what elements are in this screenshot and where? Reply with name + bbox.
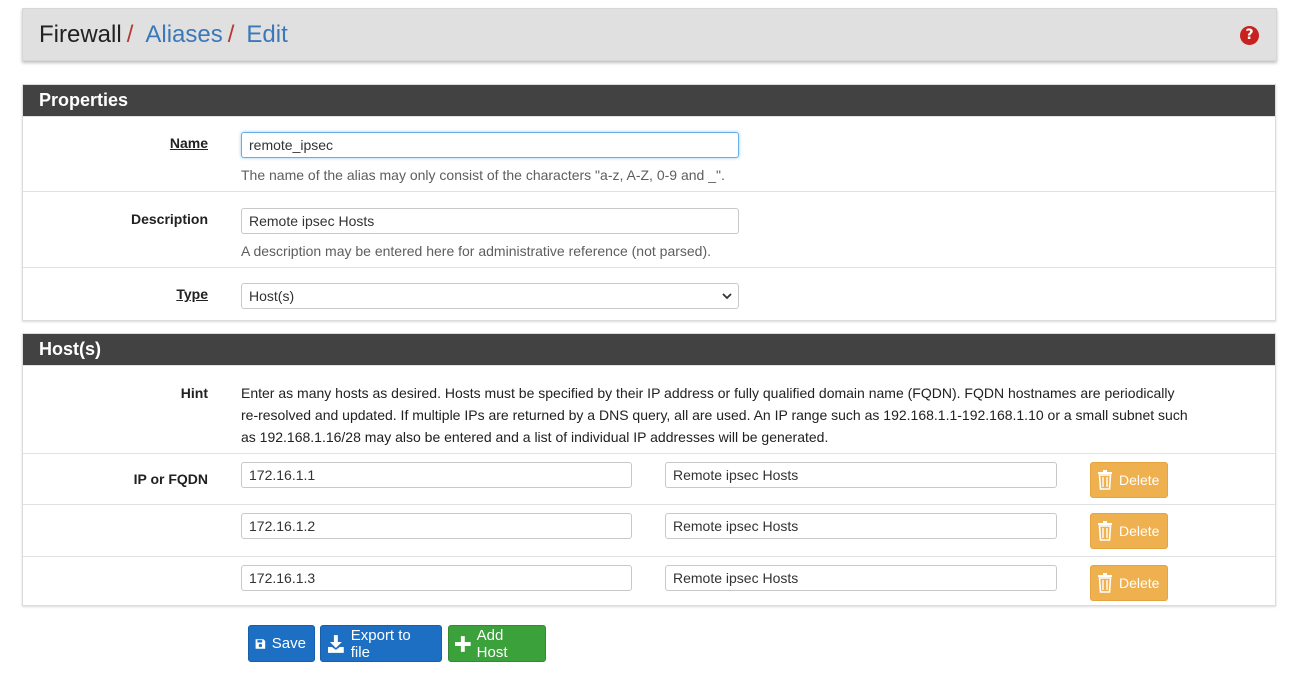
description-row: Description Remote ipsec Hosts A descrip… xyxy=(23,191,1275,267)
trash-icon xyxy=(1098,573,1112,593)
host-description-input[interactable]: Remote ipsec Hosts xyxy=(665,462,1057,488)
download-icon xyxy=(327,634,344,653)
add-host-label: Add Host xyxy=(476,626,508,661)
host-description-value: Remote ipsec Hosts xyxy=(673,467,799,483)
host-description-input[interactable]: Remote ipsec Hosts xyxy=(665,565,1057,591)
type-select[interactable]: Host(s) xyxy=(241,283,739,309)
delete-host-button[interactable]: Delete xyxy=(1090,565,1168,601)
ip-fqdn-label: IP or FQDN xyxy=(133,471,208,487)
save-icon xyxy=(255,638,266,649)
name-row: Name remote_ipsec The name of the alias … xyxy=(23,116,1275,191)
description-label: Description xyxy=(130,211,208,227)
export-label: Export to file xyxy=(350,626,411,661)
host-ip-input[interactable]: 172.16.1.1 xyxy=(241,462,632,488)
host-entry-row: 172.16.1.2 Remote ipsec Hosts Delete xyxy=(23,504,1275,556)
type-row: Type Host(s) xyxy=(23,267,1275,321)
hint-line: as 192.168.1.16/28 may also be entered a… xyxy=(241,429,829,445)
trash-icon xyxy=(1098,470,1112,490)
hint-line: Enter as many hosts as desired. Hosts mu… xyxy=(241,385,1175,401)
hint-line: re-resolved and updated. If multiple IPs… xyxy=(241,407,1188,423)
breadcrumb-edit-link[interactable]: Edit xyxy=(246,22,287,47)
hint-label: Hint xyxy=(180,385,208,401)
properties-heading: Properties xyxy=(23,85,1275,116)
host-ip-value: 172.16.1.1 xyxy=(249,467,316,483)
breadcrumb: Firewall / Aliases / Edit ? xyxy=(22,8,1277,61)
host-description-value: Remote ipsec Hosts xyxy=(673,570,799,586)
host-ip-value: 172.16.1.3 xyxy=(249,570,316,586)
host-entry-row: 172.16.1.3 Remote ipsec Hosts Delete xyxy=(23,556,1275,606)
question-circle-icon[interactable]: ? xyxy=(1240,26,1259,45)
export-to-file-button[interactable]: Export to file xyxy=(320,625,442,662)
type-label: Type xyxy=(176,286,208,302)
hosts-panel: Host(s) Hint Enter as many hosts as desi… xyxy=(22,333,1276,606)
name-input[interactable]: remote_ipsec xyxy=(241,132,739,158)
hosts-heading: Host(s) xyxy=(23,334,1275,365)
save-label: Save xyxy=(271,635,306,652)
name-label: Name xyxy=(169,135,208,151)
name-help-text: The name of the alias may only consist o… xyxy=(241,167,725,183)
host-entry-row: IP or FQDN 172.16.1.1 Remote ipsec Hosts… xyxy=(23,453,1275,504)
hint-text: Enter as many hosts as desired. Hosts mu… xyxy=(241,382,1271,448)
plus-icon xyxy=(455,635,471,652)
properties-panel: Properties Name remote_ipsec The name of… xyxy=(22,84,1276,321)
breadcrumb-firewall: Firewall xyxy=(39,20,122,48)
host-ip-value: 172.16.1.2 xyxy=(249,518,316,534)
delete-label: Delete xyxy=(1119,472,1160,488)
description-input[interactable]: Remote ipsec Hosts xyxy=(241,208,739,234)
name-input-value: remote_ipsec xyxy=(249,137,334,153)
type-select-value: Host(s) xyxy=(249,288,295,304)
chevron-down-icon xyxy=(722,293,732,300)
trash-icon xyxy=(1098,521,1112,541)
description-help-text: A description may be entered here for ad… xyxy=(241,243,712,259)
delete-label: Delete xyxy=(1119,575,1160,591)
breadcrumb-separator: / xyxy=(126,20,134,48)
delete-host-button[interactable]: Delete xyxy=(1090,513,1168,549)
breadcrumb-separator: / xyxy=(227,20,235,48)
delete-label: Delete xyxy=(1119,523,1160,539)
description-input-value: Remote ipsec Hosts xyxy=(249,213,375,229)
save-button[interactable]: Save xyxy=(248,625,315,662)
breadcrumb-aliases-link[interactable]: Aliases xyxy=(145,22,222,47)
host-description-input[interactable]: Remote ipsec Hosts xyxy=(665,513,1057,539)
host-ip-input[interactable]: 172.16.1.2 xyxy=(241,513,632,539)
host-description-value: Remote ipsec Hosts xyxy=(673,518,799,534)
add-host-button[interactable]: Add Host xyxy=(448,625,546,662)
delete-host-button[interactable]: Delete xyxy=(1090,462,1168,498)
hint-row: Hint Enter as many hosts as desired. Hos… xyxy=(23,365,1275,453)
host-ip-input[interactable]: 172.16.1.3 xyxy=(241,565,632,591)
